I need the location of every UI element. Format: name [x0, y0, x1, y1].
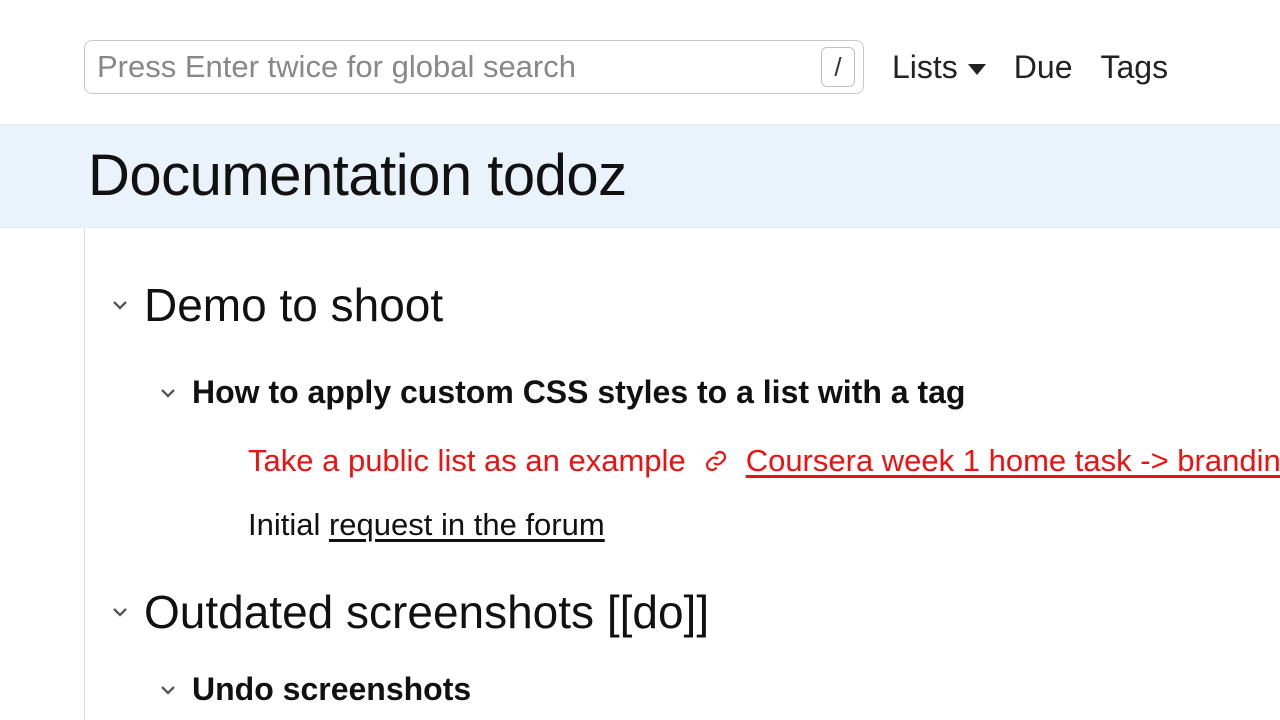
item-public-list-example-link[interactable]: Coursera week 1 home task -> branding, b…: [746, 443, 1280, 479]
section-demo[interactable]: Demo to shoot: [88, 278, 1280, 332]
slash-shortcut-hint: /: [821, 47, 855, 87]
search-input[interactable]: [97, 49, 821, 85]
link-icon: [704, 449, 728, 473]
nav-due[interactable]: Due: [1014, 49, 1073, 86]
nav-tags-label: Tags: [1101, 49, 1169, 86]
item-undo-screenshots[interactable]: Undo screenshots: [88, 671, 1280, 708]
chevron-down-icon: [158, 680, 178, 700]
nav-lists-label: Lists: [892, 49, 958, 86]
outline-guide-line: [84, 228, 85, 720]
page-title: Documentation todoz: [88, 142, 1280, 209]
section-outdated[interactable]: Outdated screenshots [[do]]: [88, 585, 1280, 639]
content-pane: Demo to shoot How to apply custom CSS st…: [0, 228, 1280, 708]
caret-down-icon: [968, 64, 986, 75]
search-box[interactable]: /: [84, 40, 864, 94]
section-demo-title: Demo to shoot: [144, 278, 443, 332]
item-custom-css-title: How to apply custom CSS styles to a list…: [192, 374, 965, 411]
item-forum-request[interactable]: Initial request in the forum: [88, 507, 1280, 543]
chevron-down-icon: [158, 383, 178, 403]
chevron-down-icon: [110, 295, 130, 315]
item-custom-css[interactable]: How to apply custom CSS styles to a list…: [88, 374, 1280, 411]
topbar: / Lists Due Tags: [0, 0, 1280, 125]
item-undo-screenshots-title: Undo screenshots: [192, 671, 471, 708]
nav-due-label: Due: [1014, 49, 1073, 86]
item-forum-request-prefix: Initial: [248, 507, 329, 542]
item-forum-request-link[interactable]: request in the forum: [329, 507, 605, 542]
section-outdated-title: Outdated screenshots [[do]]: [144, 585, 709, 639]
chevron-down-icon: [110, 602, 130, 622]
item-public-list-example-text: Take a public list as an example: [248, 443, 686, 479]
title-band: Documentation todoz: [0, 125, 1280, 228]
nav-tags[interactable]: Tags: [1101, 49, 1169, 86]
nav-lists[interactable]: Lists: [892, 49, 986, 86]
item-public-list-example[interactable]: Take a public list as an example Courser…: [88, 443, 1280, 479]
